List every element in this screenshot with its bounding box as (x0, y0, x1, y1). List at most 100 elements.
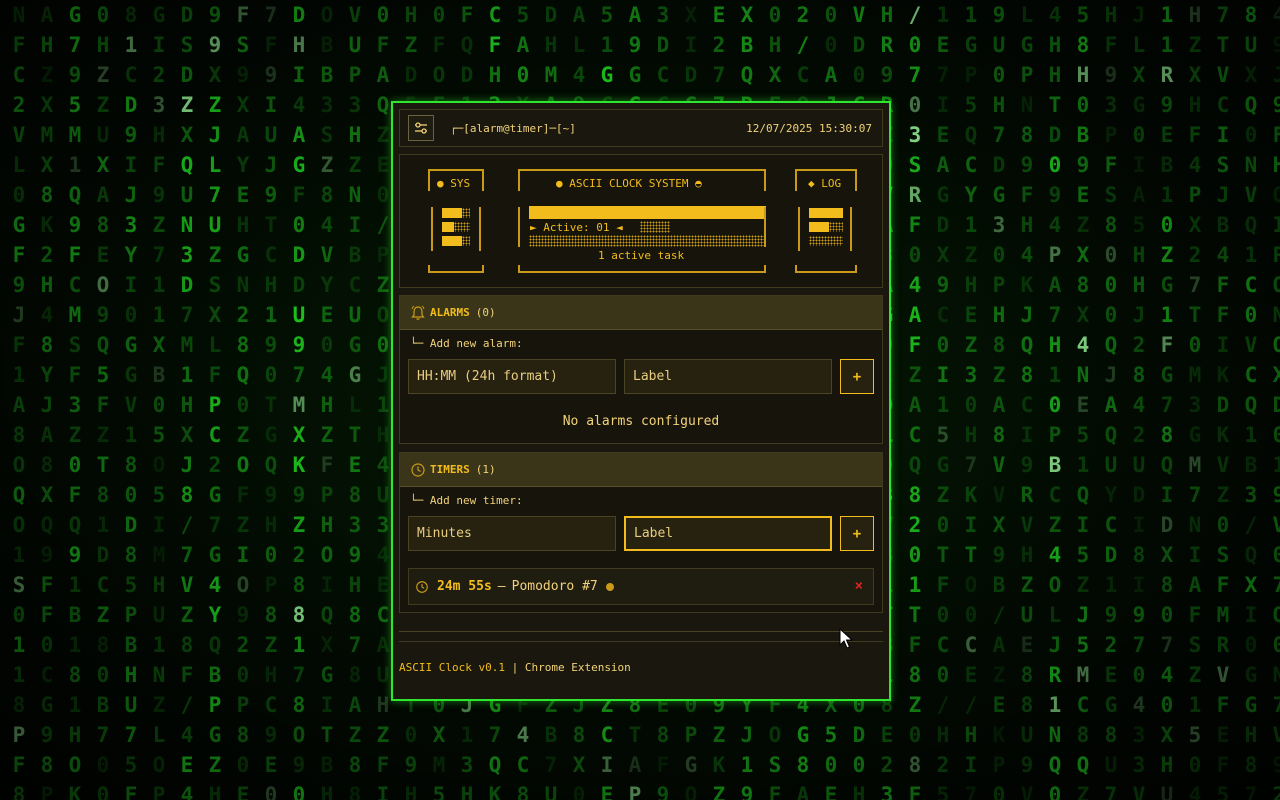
matrix-glyph: 7 (292, 363, 306, 387)
matrix-glyph: 1 (1244, 243, 1258, 267)
matrix-glyph: O (432, 63, 446, 87)
matrix-glyph: H (292, 33, 306, 57)
add-alarm-button[interactable]: + (840, 359, 874, 394)
matrix-glyph: 4 (1132, 693, 1146, 717)
matrix-glyph: I (292, 63, 306, 87)
matrix-glyph: A (1048, 273, 1062, 297)
matrix-glyph: I (124, 273, 138, 297)
matrix-glyph: 3 (348, 93, 362, 117)
matrix-glyph: P (12, 723, 26, 747)
matrix-glyph: Z (236, 423, 250, 447)
matrix-glyph: H (68, 723, 82, 747)
matrix-glyph: D (180, 3, 194, 27)
matrix-glyph: V (1272, 723, 1280, 747)
matrix-glyph: S (320, 123, 334, 147)
matrix-glyph: L (208, 333, 222, 357)
matrix-glyph: 0 (1132, 123, 1146, 147)
matrix-glyph: Z (404, 33, 418, 57)
matrix-glyph: / (964, 693, 978, 717)
timer-label-input[interactable] (624, 516, 832, 551)
matrix-glyph: H (1020, 213, 1034, 237)
matrix-glyph: G (1244, 693, 1258, 717)
matrix-glyph: C (1076, 693, 1090, 717)
matrix-glyph: P (1020, 63, 1034, 87)
matrix-glyph: F (908, 633, 922, 657)
matrix-glyph: 7 (992, 123, 1006, 147)
matrix-glyph: S (1216, 153, 1230, 177)
matrix-glyph: Q (1104, 423, 1118, 447)
matrix-glyph: 0 (292, 783, 306, 800)
timer-minutes-input[interactable] (408, 516, 616, 551)
matrix-glyph: 8 (292, 573, 306, 597)
matrix-glyph: D (404, 63, 418, 87)
delete-timer-button[interactable]: × (855, 578, 863, 594)
matrix-glyph: Q (68, 513, 82, 537)
matrix-glyph: X (768, 63, 782, 87)
matrix-column: 7TVCISJB4FFIKDKVZ0SFMRVFEF5 (1212, 0, 1234, 800)
matrix-glyph: 0 (124, 303, 138, 327)
matrix-glyph: Z (1188, 663, 1202, 687)
footer-platform: Chrome Extension (524, 661, 631, 674)
matrix-glyph: 8 (1160, 573, 1174, 597)
matrix-glyph: F (1104, 153, 1118, 177)
matrix-glyph: O (320, 543, 334, 567)
matrix-glyph: G (292, 153, 306, 177)
matrix-glyph: X (1076, 243, 1090, 267)
matrix-glyph: 1 (1160, 3, 1174, 27)
matrix-glyph: Z (936, 483, 950, 507)
matrix-glyph: B (992, 573, 1006, 597)
matrix-glyph: O (12, 513, 26, 537)
matrix-glyph: C (1216, 93, 1230, 117)
matrix-glyph: I (936, 363, 950, 387)
matrix-glyph: 3 (964, 363, 978, 387)
matrix-glyph: 8 (1132, 543, 1146, 567)
log-bar-3 (809, 236, 843, 246)
matrix-glyph: P (1272, 243, 1280, 267)
matrix-glyph: P (964, 63, 978, 87)
matrix-glyph: P (208, 693, 222, 717)
matrix-glyph: 1 (68, 153, 82, 177)
matrix-glyph: 3 (1188, 393, 1202, 417)
matrix-glyph: C (516, 753, 530, 777)
matrix-glyph: M (1188, 453, 1202, 477)
matrix-glyph: H (1160, 753, 1174, 777)
matrix-glyph: 9 (1020, 153, 1034, 177)
alarms-header[interactable]: ALARMS (0) (400, 296, 882, 330)
matrix-glyph: 9 (96, 303, 110, 327)
add-timer-button[interactable]: + (840, 516, 874, 551)
matrix-column: NFC2VL0GF9JF1A8OQO1S0118PF8 (8, 0, 30, 800)
matrix-glyph: 3 (880, 783, 894, 800)
matrix-glyph: Y (124, 243, 138, 267)
matrix-glyph: S (908, 153, 922, 177)
matrix-glyph: 8 (1076, 273, 1090, 297)
matrix-glyph: 0 (320, 333, 334, 357)
matrix-glyph: J (208, 123, 222, 147)
settings-button[interactable] (408, 115, 434, 141)
matrix-glyph: I (1076, 513, 1090, 537)
matrix-glyph: H (404, 3, 418, 27)
matrix-glyph: P (1188, 183, 1202, 207)
matrix-glyph: J (1272, 63, 1280, 87)
matrix-glyph: K (1216, 363, 1230, 387)
alarm-label-input[interactable] (624, 359, 832, 394)
matrix-glyph: 0 (264, 363, 278, 387)
matrix-glyph: T (1188, 303, 1202, 327)
matrix-glyph: 0 (908, 543, 922, 567)
matrix-glyph: S (12, 573, 26, 597)
matrix-glyph: 1 (152, 633, 166, 657)
matrix-glyph: 0 (1244, 303, 1258, 327)
alarm-time-input[interactable] (408, 359, 616, 394)
matrix-glyph: E (320, 303, 334, 327)
matrix-column: 1 G P 5 Q C Y 1 Z H E Z 3 0 H 7 K I T O 0 C E / H I 7 (960, 0, 982, 800)
matrix-glyph: Q (376, 93, 390, 117)
matrix-glyph: 0 (1244, 123, 1258, 147)
matrix-glyph: H (320, 783, 334, 800)
matrix-glyph: O (768, 723, 782, 747)
matrix-glyph: 7 (208, 513, 222, 537)
matrix-glyph: H (376, 693, 390, 717)
matrix-glyph: S (1104, 183, 1118, 207)
matrix-glyph: T (1216, 33, 1230, 57)
matrix-glyph: 4 (1020, 243, 1034, 267)
matrix-glyph: 7 (1132, 633, 1146, 657)
timers-header[interactable]: TIMERS (1) (400, 453, 882, 487)
